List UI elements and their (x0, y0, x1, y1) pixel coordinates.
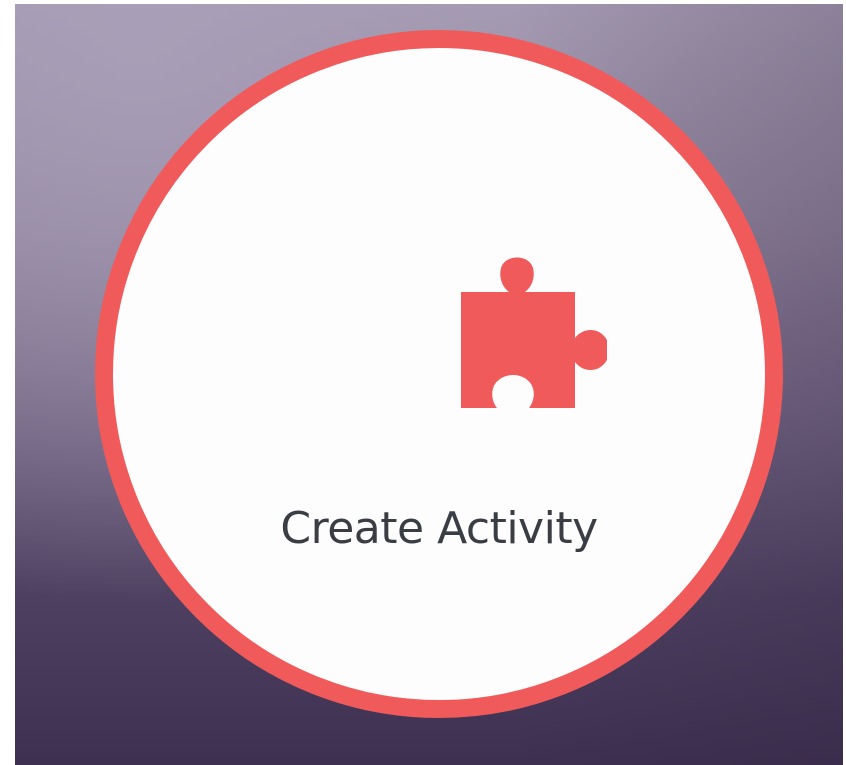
background-panel: Create Activity (15, 4, 843, 765)
puzzle-piece-icon (461, 257, 607, 408)
create-activity-button[interactable]: Create Activity (95, 30, 783, 718)
tile-label: Create Activity (280, 503, 598, 554)
